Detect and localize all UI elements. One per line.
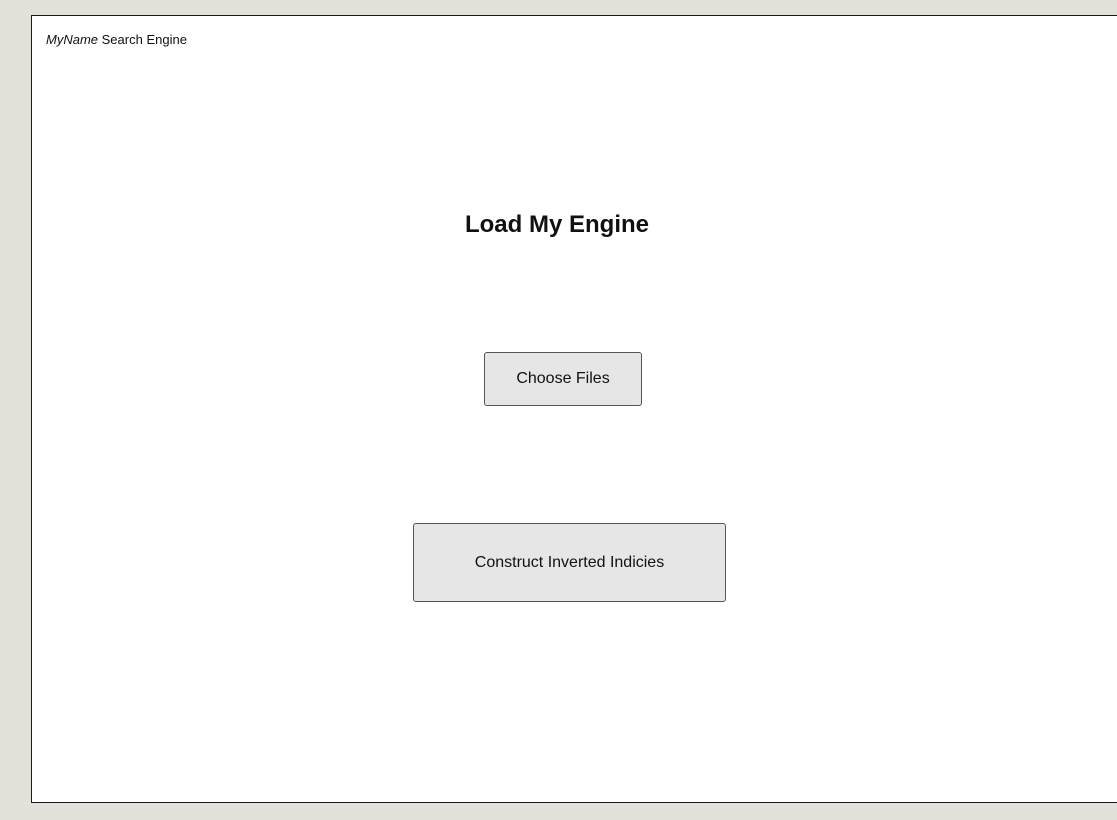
app-title-text: Search Engine (101, 32, 187, 47)
app-title: MyName Search Engine (46, 32, 187, 47)
app-window: MyName Search Engine Load My Engine Choo… (31, 15, 1117, 803)
brand-name: MyName (46, 32, 99, 47)
choose-files-button[interactable]: Choose Files (484, 352, 642, 406)
page-title: Load My Engine (464, 211, 649, 238)
construct-inverted-indices-button[interactable]: Construct Inverted Indicies (413, 523, 726, 602)
